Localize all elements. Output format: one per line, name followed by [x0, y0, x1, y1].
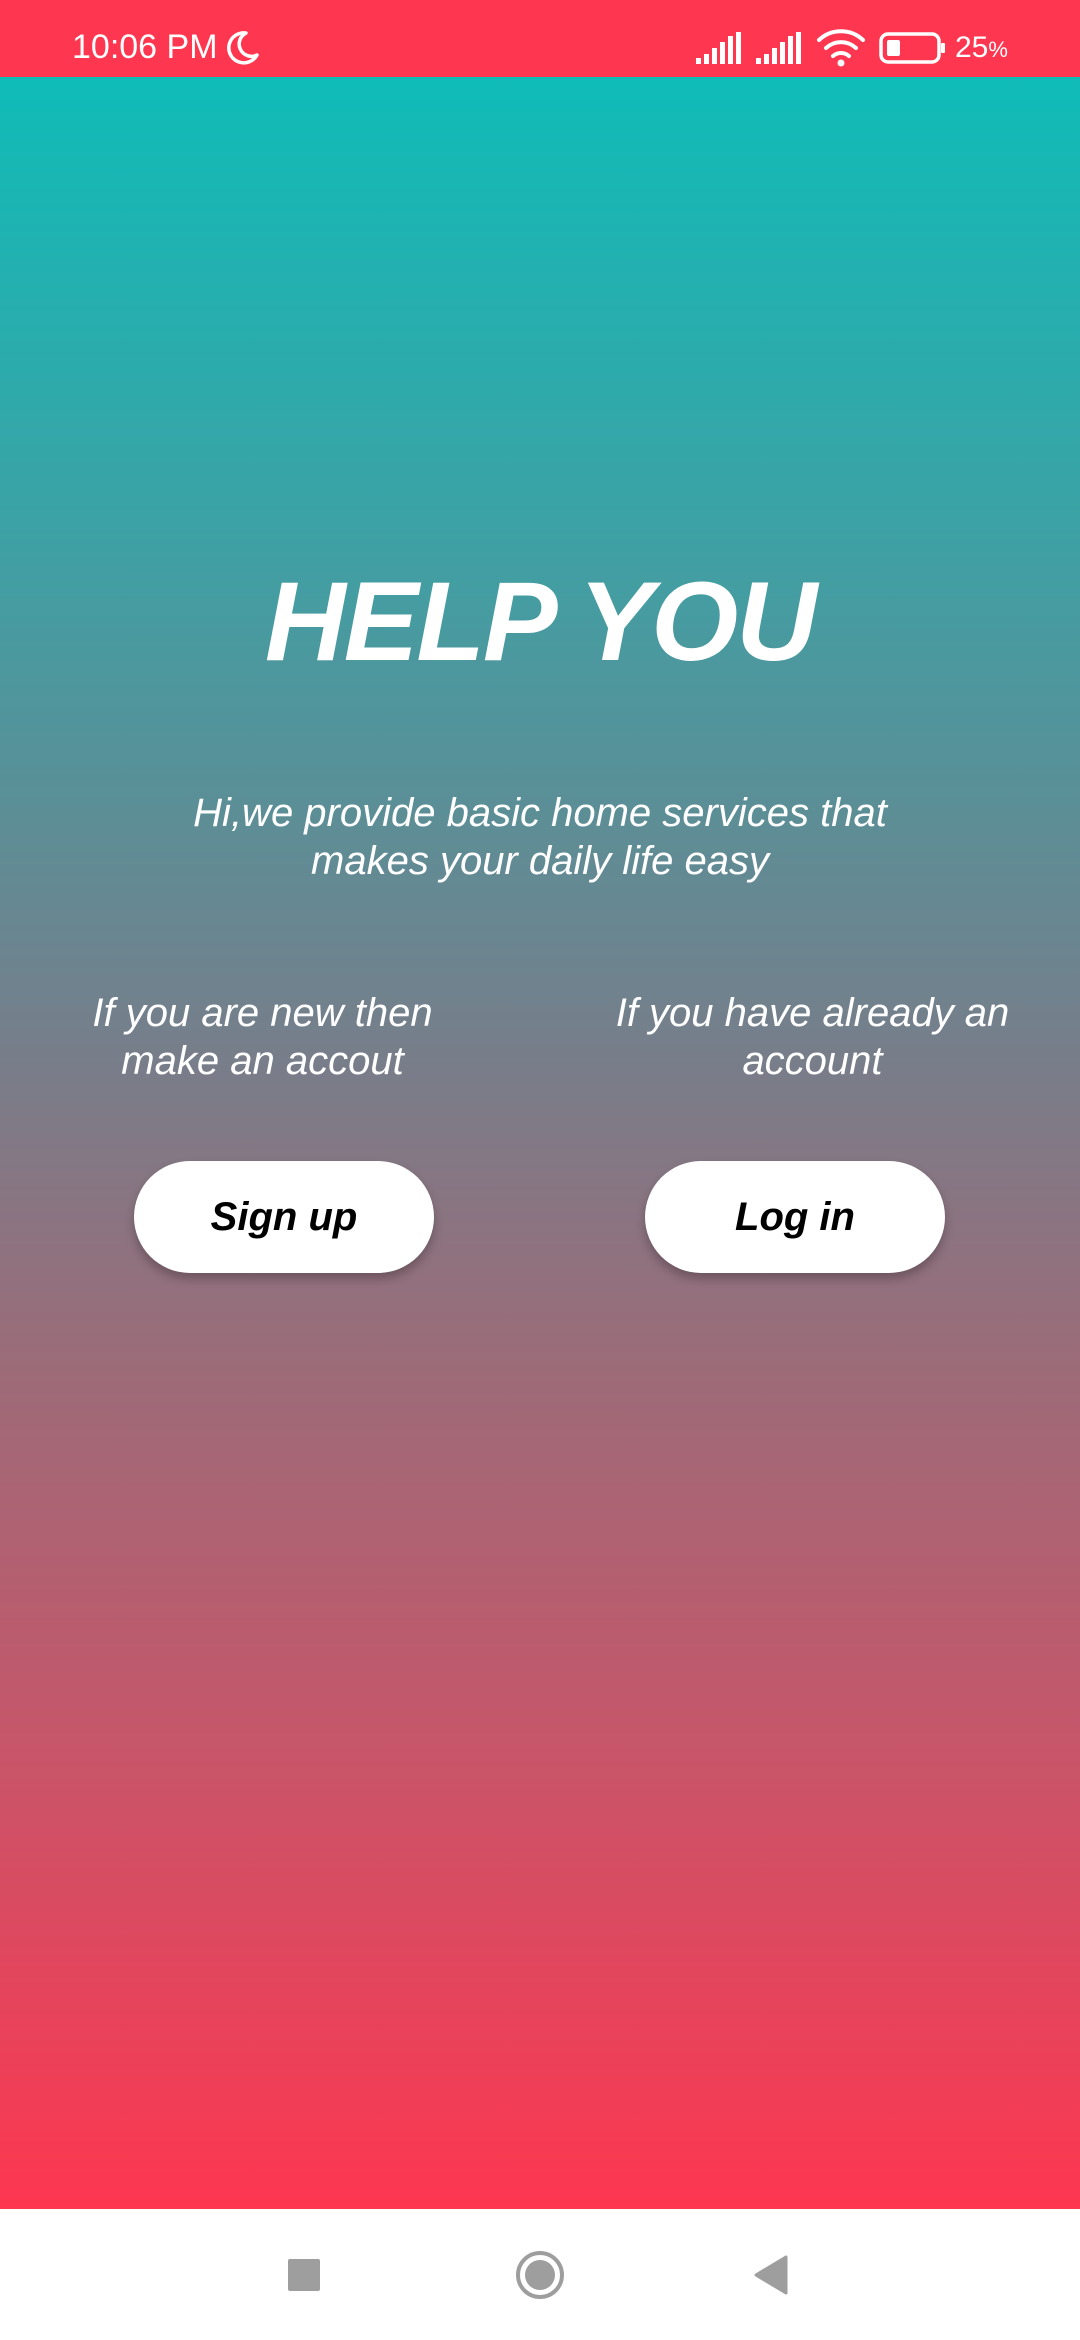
battery-icon: [879, 32, 945, 64]
signup-button[interactable]: Sign up: [134, 1161, 434, 1273]
new-user-prompt: If you are new then make an accout: [92, 991, 433, 1083]
status-time: 10:06 PM: [72, 28, 218, 66]
existing-user-prompt: If you have already an account: [615, 991, 1010, 1083]
navigation-bar: [0, 2209, 1080, 2340]
welcome-screen: HELP YOU Hi,we provide basic home servic…: [0, 77, 1080, 2209]
moon-icon: [227, 31, 259, 65]
app-title: HELP YOU: [264, 559, 817, 684]
back-icon[interactable]: [752, 2253, 788, 2297]
signal-icon: [696, 32, 741, 64]
tagline: Hi,we provide basic home services that m…: [193, 791, 887, 883]
wifi-icon: [817, 29, 865, 67]
battery-percentage: 25%: [955, 31, 1008, 64]
status-bar: 10:06 PM 25%: [0, 0, 1080, 77]
login-button[interactable]: Log in: [645, 1161, 945, 1273]
home-icon[interactable]: [514, 2249, 566, 2301]
recents-icon[interactable]: [286, 2257, 322, 2293]
signal-icon: [756, 32, 801, 64]
